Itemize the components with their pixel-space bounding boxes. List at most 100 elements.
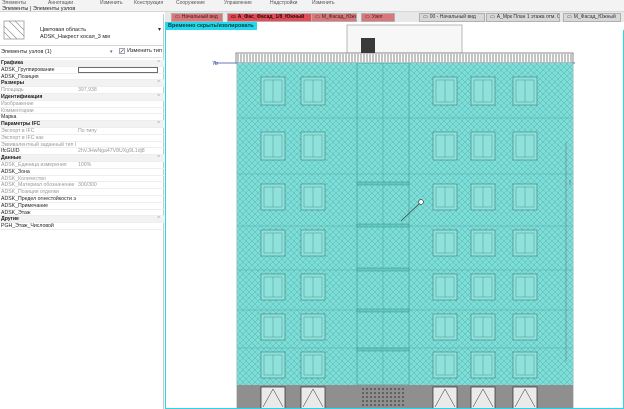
property-row[interactable]: Марка [0,114,164,122]
property-group[interactable]: Данные ⌃ [0,155,164,162]
property-row[interactable]: ADSK_Позиция [0,74,164,81]
properties-grid: Графика ⌃ ADSK_Группирование ADSK_Позиция Ра… [0,60,164,230]
property-group[interactable]: Другие ⌃ [0,216,164,224]
property-row[interactable]: Комментарии [0,108,164,115]
tab-label: А_Фас_Фасад_1/8_Южный [237,14,305,20]
property-name: Комментарии [1,107,34,114]
property-name: Экспорт в IFC как [1,134,44,141]
property-name: Экспорт в IFC [1,127,35,134]
property-value[interactable]: 2hVJHwNga47V8UXg9L1dj8 [78,148,145,154]
chevron-down-icon[interactable]: ▾ [158,26,161,33]
view-tabs: ▭ Начальный вид ▭ А_Фас_Фасад_1/8_Южный ▭ М_Ф… [165,12,624,22]
view-tab[interactable]: ▭ Узел [361,13,395,22]
breadcrumb: Элементы | Элементы узлов [2,6,76,12]
view-tab[interactable]: ▭М_Фасад_Южный [311,13,357,22]
property-value[interactable]: По типу [78,128,97,134]
ribbon-item[interactable]: Изменить [312,0,335,6]
view-tab[interactable]: ▭ А_Фас_Фасад_1/8_Южный [227,13,315,22]
property-name: ADSK_Количество [1,175,46,182]
view-tab[interactable]: ▭ Начальный вид [171,13,223,22]
instance-selector[interactable]: Элементы узлов (1) ▾ Изменить тип [0,48,164,58]
property-row[interactable]: ADSK_Материал обозначение 300/300 [0,182,164,190]
property-group[interactable]: Размеры ⌃ [0,80,164,88]
collapse-icon[interactable]: ⌃ [157,155,161,161]
property-row[interactable]: Площадь 397,938 [0,87,164,94]
region-type-thumbnail [3,20,25,40]
ribbon-item[interactable]: Сооружение [176,0,205,6]
property-value-input[interactable] [78,67,158,73]
property-row[interactable]: ADSK_Единица измерения 100% [0,162,164,169]
tab-label: Начальный вид [181,14,218,20]
drawing-view[interactable]: 7b Временно скрыть/изолировать [165,22,624,409]
properties-panel: Цветовая область ADSK_Накрест косая_3 мм… [0,6,164,409]
property-name: Графика [1,60,24,66]
property-name: ADSK_Этаж [1,209,31,216]
property-value[interactable]: 300/300 [78,182,97,188]
ribbon-item[interactable]: Надстройки [270,0,297,6]
property-name: ADSK_Группирование [1,66,55,73]
property-row[interactable]: Экспорт в IFC как [0,135,164,142]
property-name: ADSK_Материал обозначение [1,182,75,189]
view-icon: ▭ [315,14,320,20]
property-row[interactable]: ADSK_Количество [0,176,164,183]
selector-label: Элементы узлов (1) [1,49,52,55]
property-name: Другие [1,216,19,223]
type-name: ADSK_Накрест косая_3 мм [40,34,110,40]
property-name: ADSK_Предел огнестойкости элеме... [1,195,76,202]
property-name: PGH_Этаж_Числовой [1,223,54,230]
ribbon-item[interactable]: Управление [224,0,252,6]
type-selector[interactable]: Цветовая область ADSK_Накрест косая_3 мм… [0,14,164,46]
property-group[interactable]: Идентификация ⌃ [0,93,164,101]
collapse-icon[interactable]: ⌃ [157,94,161,100]
collapse-icon[interactable]: ⌃ [157,216,161,222]
tab-label: А_Мрк План 1 этажа отм. 0,000 [496,14,560,20]
roof-railing [235,52,574,64]
property-name: ADSK_Примечание [1,202,49,209]
grip-handle[interactable] [418,199,424,205]
property-row[interactable]: IfcGUID 2hVJHwNga47V8UXg9L1dj8 [0,148,164,156]
property-group[interactable]: Графика ⌃ [0,60,164,67]
property-row[interactable]: ADSK_Позиция отделки [0,189,164,196]
property-name: Данные [1,155,22,162]
property-name: IfcGUID [1,148,20,155]
view-tab[interactable]: ▭М_Фасад_Южный [563,13,621,22]
property-row[interactable]: Экспорт в IFC По типу [0,128,164,135]
edit-type-button[interactable]: Изменить тип [119,48,162,54]
property-row[interactable]: ADSK_Группирование [0,67,164,74]
property-name: ADSK_Единица измерения [1,161,67,168]
property-row[interactable]: Изображение [0,101,164,108]
view-icon: ▭ [175,14,180,20]
level-label: 7b [212,61,218,67]
property-name: Марка [1,114,17,121]
property-name: ADSK_Позиция отделки [1,189,59,196]
property-value[interactable]: 397,938 [78,87,97,93]
collapse-icon[interactable]: ⌃ [157,80,161,86]
property-row[interactable]: ADSK_Этаж [0,210,164,217]
view-icon: ▭ [567,14,572,20]
tab-label: Узел [371,14,383,20]
property-name: Площадь [1,87,24,94]
type-family: Цветовая область [40,27,87,33]
property-row[interactable]: Эквивалентный заданный тип IFC [0,142,164,149]
property-row[interactable]: ADSK_Предел огнестойкости элеме... [0,196,164,203]
property-name: Размеры [1,80,25,87]
isolate-mode-label: Временно скрыть/изолировать [165,22,257,30]
property-name: Идентификация [1,93,43,100]
view-tab[interactable]: ▭А_Мрк План 1 этажа отм. 0,000 [486,13,560,22]
property-group[interactable]: Параметры IFC ⌃ [0,121,164,128]
view-icon: ▭ [490,14,495,20]
collapse-icon[interactable]: ⌃ [157,121,161,127]
chevron-down-icon[interactable]: ▾ [110,49,113,55]
collapse-icon[interactable]: ⌃ [157,60,161,66]
view-tab[interactable]: ▭ 00 - Начальный вид [419,13,485,22]
elevation-drawing[interactable]: 7b [165,22,624,409]
edit-type-icon [119,48,125,54]
property-name: Изображение [1,100,34,107]
tab-label: М_Фасад_Южный [321,14,357,20]
property-name: Эквивалентный заданный тип IFC [1,141,76,148]
property-row[interactable]: PGH_Этаж_Числовой [0,223,164,230]
property-row[interactable]: ADSK_Примечание [0,203,164,210]
property-row[interactable]: ADSK_Зона [0,169,164,176]
view-icon: ▭ [365,14,370,20]
property-value[interactable]: 100% [78,162,91,168]
